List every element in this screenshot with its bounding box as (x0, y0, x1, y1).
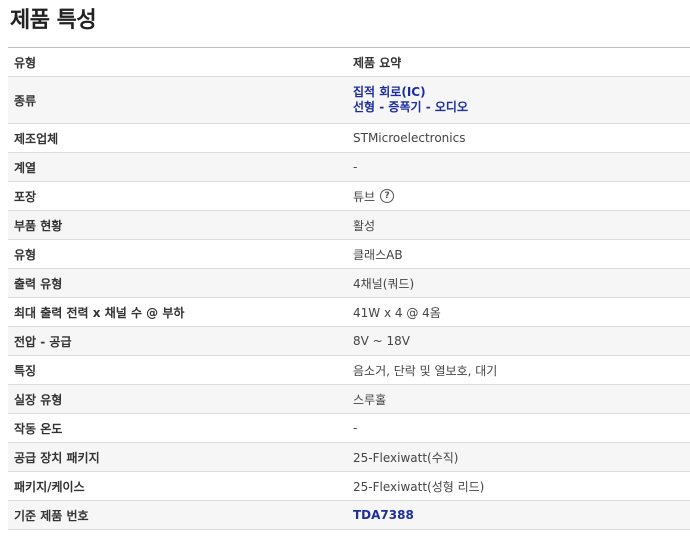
row-value: 클래스AB (353, 247, 403, 262)
table-row: 포장 튜브? (8, 181, 690, 211)
help-icon[interactable]: ? (380, 189, 395, 203)
base-part-number-link[interactable]: TDA7388 (353, 508, 684, 523)
table-row: 공급 장치 패키지 25-Flexiwatt(수직) (8, 442, 690, 472)
row-value: 41W x 4 @ 4옴 (353, 305, 441, 320)
category-link-audio-amplifier[interactable]: 선형 - 증폭기 - 오디오 (353, 100, 684, 115)
row-value: 25-Flexiwatt(수직) (353, 450, 459, 465)
packaging-value: 튜브 (353, 189, 376, 204)
column-header-type: 유형 (14, 55, 37, 70)
row-value: 스루홀 (353, 392, 387, 407)
row-value: - (353, 421, 358, 435)
column-header-summary: 제품 요약 (353, 55, 402, 70)
table-row: 종류 집적 회로(IC) 선형 - 증폭기 - 오디오 (8, 76, 690, 124)
table-row: 패키지/케이스 25-Flexiwatt(성형 리드) (8, 471, 690, 501)
row-label: 유형 (14, 247, 37, 262)
table-row: 출력 유형 4채널(쿼드) (8, 268, 690, 298)
row-label: 포장 (14, 189, 37, 204)
row-label: 출력 유형 (14, 276, 63, 291)
table-row: 부품 현황 활성 (8, 210, 690, 240)
category-link-ic[interactable]: 집적 회로(IC) (353, 85, 684, 100)
table-row: 계열 - (8, 152, 690, 182)
table-row: 실장 유형 스루홀 (8, 384, 690, 414)
table-row: 기준 제품 번호 TDA7388 (8, 500, 690, 530)
row-label: 전압 - 공급 (14, 334, 72, 349)
table-row: 특징 음소거, 단락 및 열보호, 대기 (8, 355, 690, 385)
row-label: 특징 (14, 363, 37, 378)
row-label: 기준 제품 번호 (14, 508, 89, 523)
row-value: STMicroelectronics (353, 131, 466, 145)
row-value: 집적 회로(IC) 선형 - 증폭기 - 오디오 (347, 77, 690, 124)
row-label: 최대 출력 전력 x 채널 수 @ 부하 (14, 305, 185, 320)
row-label: 계열 (14, 160, 37, 175)
row-value: TDA7388 (347, 501, 690, 530)
row-label: 제조업체 (14, 131, 59, 146)
row-value: - (353, 160, 358, 174)
table-row: 전압 - 공급 8V ~ 18V (8, 326, 690, 356)
row-label: 부품 현황 (14, 218, 63, 233)
product-attributes-table: 유형 제품 요약 종류 집적 회로(IC) 선형 - 증폭기 - 오디오 제조업… (8, 47, 690, 530)
row-label: 종류 (14, 93, 37, 108)
row-label: 패키지/케이스 (14, 479, 85, 494)
row-value: 8V ~ 18V (353, 334, 411, 348)
row-value: 음소거, 단락 및 열보호, 대기 (353, 363, 498, 378)
table-header-row: 유형 제품 요약 (8, 47, 690, 77)
row-label: 작동 온도 (14, 421, 63, 436)
table-row: 제조업체 STMicroelectronics (8, 123, 690, 153)
table-row: 작동 온도 - (8, 413, 690, 443)
row-value: 25-Flexiwatt(성형 리드) (353, 479, 485, 494)
page-title: 제품 특성 (10, 8, 97, 33)
table-row: 유형 클래스AB (8, 239, 690, 269)
row-value: 활성 (353, 218, 376, 233)
row-value: 4채널(쿼드) (353, 276, 415, 291)
row-label: 실장 유형 (14, 392, 63, 407)
row-label: 공급 장치 패키지 (14, 450, 100, 465)
row-value: 튜브? (347, 182, 690, 211)
table-row: 최대 출력 전력 x 채널 수 @ 부하 41W x 4 @ 4옴 (8, 297, 690, 327)
